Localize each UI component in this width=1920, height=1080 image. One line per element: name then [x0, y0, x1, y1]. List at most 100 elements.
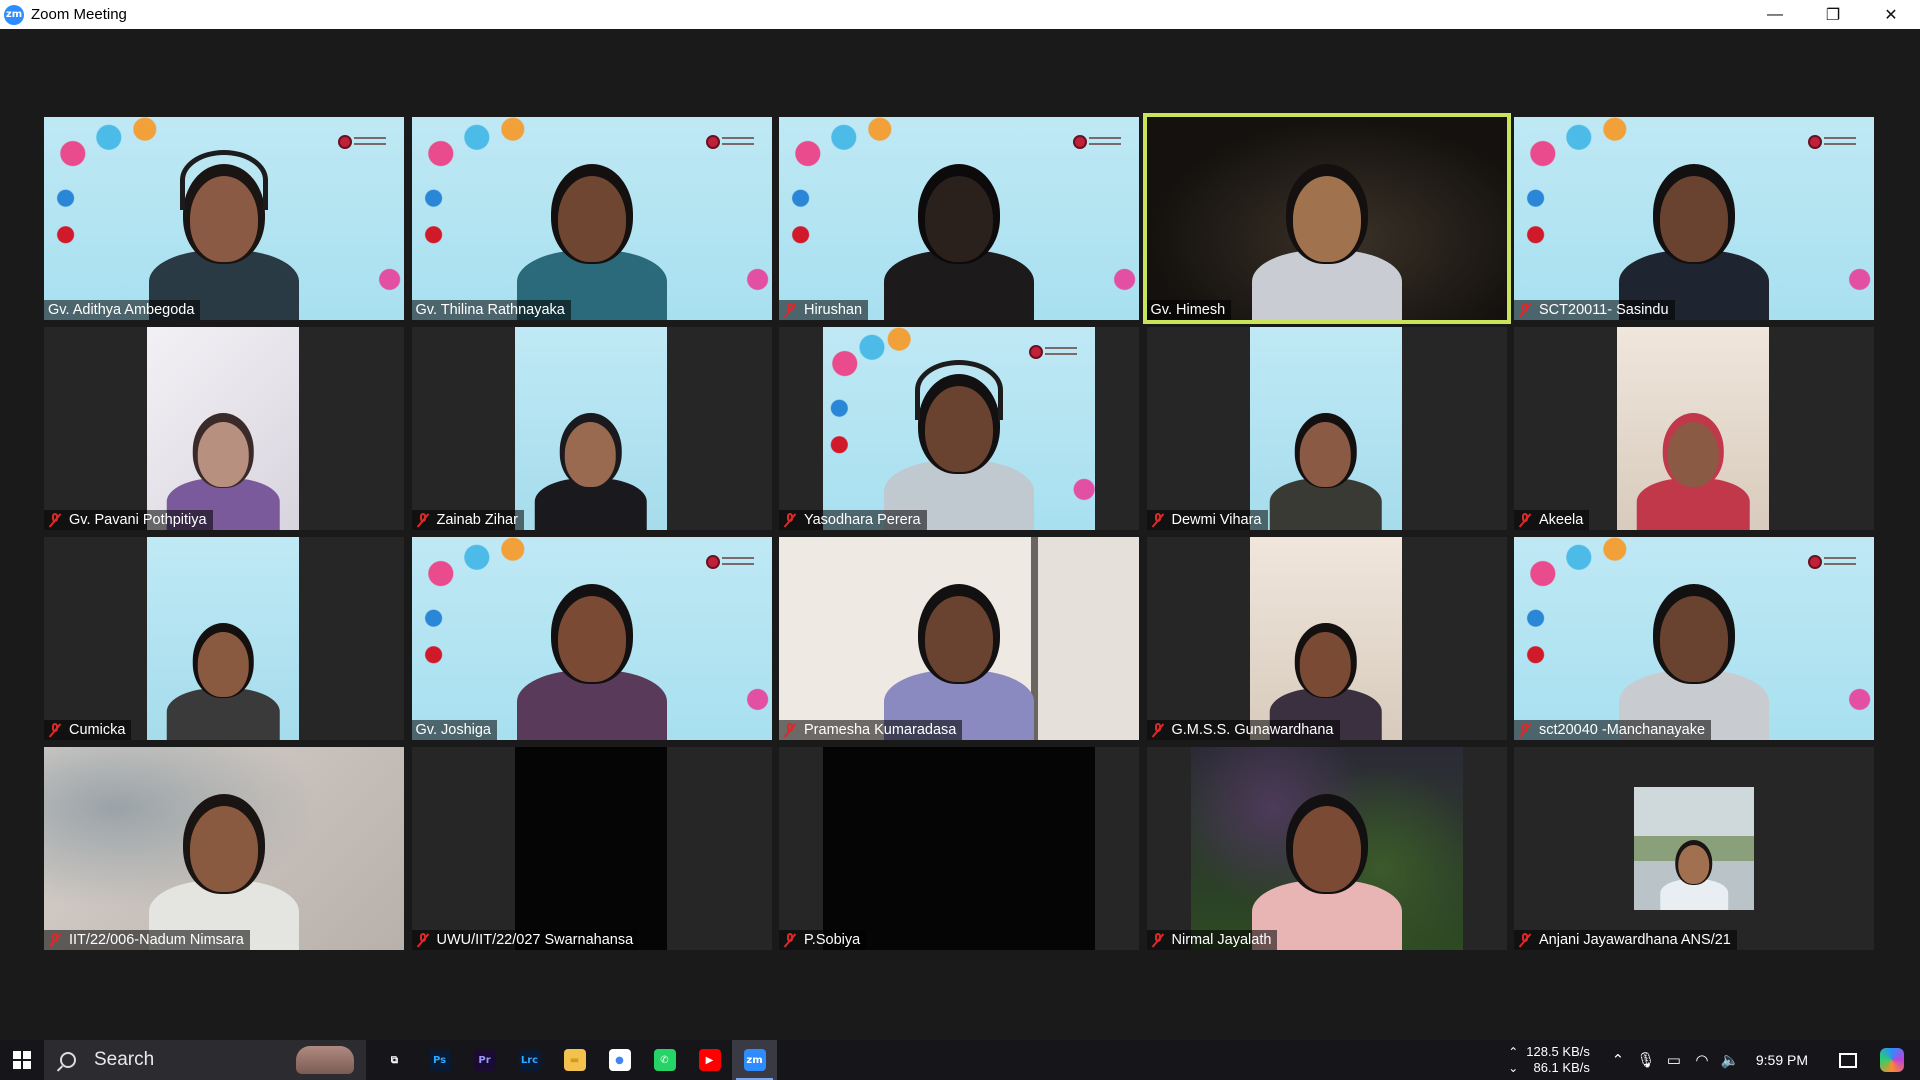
minimize-button[interactable]: — — [1746, 0, 1804, 29]
participant-tile[interactable]: Hirushan — [779, 117, 1139, 320]
taskbar-app-premiere[interactable]: Pr — [462, 1040, 507, 1080]
start-button[interactable] — [0, 1040, 44, 1080]
participant-tile[interactable]: sct20040 -Manchanayake — [1514, 537, 1874, 740]
participant-name-label: IIT/22/006-Nadum Nimsara — [44, 930, 250, 950]
participant-name: Dewmi Vihara — [1171, 512, 1262, 528]
organization-logo-text — [1089, 137, 1121, 145]
participant-tile[interactable]: Gv. Himesh — [1142, 113, 1511, 324]
participant-name: Gv. Himesh — [1150, 302, 1226, 318]
participant-video — [1634, 787, 1754, 910]
organization-logo-text — [1824, 557, 1856, 565]
taskbar-app-photoshop[interactable]: Ps — [417, 1040, 462, 1080]
participant-video — [779, 537, 1139, 740]
restore-button[interactable]: ❐ — [1804, 0, 1862, 29]
participant-tile[interactable]: Gv. Joshiga — [411, 537, 772, 740]
taskbar-app-lightroom-classic[interactable]: Lrc — [507, 1040, 552, 1080]
participant-name-label: Akeela — [1514, 510, 1590, 530]
participant-tile[interactable]: Gv. Adithya Ambegoda — [44, 117, 404, 320]
participant-tile[interactable]: Cumicka — [44, 537, 404, 740]
participant-figure — [516, 117, 667, 320]
taskbar-app-whatsapp[interactable]: ✆ — [642, 1040, 687, 1080]
title-bar: zm Zoom Meeting — ❐ ✕ — [0, 0, 1920, 29]
participant-figure — [884, 327, 1034, 530]
file-explorer-icon: ▬ — [563, 1049, 586, 1071]
participant-tile[interactable]: Anjani Jayawardhana ANS/21 — [1514, 747, 1874, 950]
participant-name: Anjani Jayawardhana ANS/21 — [1539, 932, 1731, 948]
participant-name-label: Hirushan — [779, 300, 869, 320]
participant-tile[interactable]: IIT/22/006-Nadum Nimsara — [44, 747, 404, 950]
copilot-icon[interactable] — [1880, 1048, 1904, 1072]
participant-tile[interactable]: UWU/IIT/22/027 Swarnahansa — [411, 747, 772, 950]
taskbar-app-chrome[interactable]: ● — [597, 1040, 642, 1080]
participant-tile[interactable]: Gv. Thilina Rathnayaka — [411, 117, 772, 320]
participant-name-label: G.M.S.S. Gunawardhana — [1146, 720, 1340, 740]
battery-icon[interactable]: ▭ — [1660, 1040, 1688, 1080]
mic-muted-icon — [1151, 723, 1165, 737]
participant-name: Hirushan — [804, 302, 863, 318]
participant-tile[interactable]: Pramesha Kumaradasa — [779, 537, 1139, 740]
participant-name-label: Gv. Pavani Pothpitiya — [44, 510, 213, 530]
participant-figure — [534, 327, 647, 530]
participant-tile[interactable]: SCT20011- Sasindu — [1514, 117, 1874, 320]
participant-video — [1514, 117, 1874, 320]
participant-video — [44, 747, 404, 950]
mic-muted-icon — [1151, 933, 1165, 947]
organization-logo-icon — [1808, 555, 1822, 569]
participant-video — [779, 117, 1139, 320]
taskbar-app-zoom[interactable]: zm — [732, 1040, 777, 1080]
lightroom-classic-icon: Lrc — [518, 1049, 541, 1071]
participant-figure — [166, 327, 280, 530]
organization-logo-text — [354, 137, 386, 145]
mic-muted-icon — [1151, 513, 1165, 527]
show-hidden-icons-chevron-icon[interactable]: ⌃ — [1604, 1040, 1632, 1080]
volume-icon[interactable]: 🔈 — [1716, 1040, 1744, 1080]
participant-video — [823, 747, 1095, 950]
participant-name-label: Yasodhara Perera — [779, 510, 927, 530]
participant-tile[interactable]: Gv. Pavani Pothpitiya — [44, 327, 404, 530]
participant-video — [1249, 327, 1402, 530]
upload-speed: 128.5 KB/s — [1526, 1044, 1590, 1059]
participant-name: SCT20011- Sasindu — [1539, 302, 1669, 318]
participant-tile[interactable]: P.Sobiya — [779, 747, 1139, 950]
participant-video — [823, 327, 1095, 530]
participant-tile[interactable]: Akeela — [1514, 327, 1874, 530]
notifications-button[interactable] — [1826, 1052, 1870, 1068]
participant-tile[interactable]: Yasodhara Perera — [779, 327, 1139, 530]
mic-muted-icon — [1518, 513, 1532, 527]
participant-video — [147, 327, 299, 530]
search-placeholder: Search — [94, 1049, 155, 1070]
taskbar-app-youtube[interactable]: ▶ — [687, 1040, 732, 1080]
taskbar-app-task-view[interactable]: ⧉ — [372, 1040, 417, 1080]
participant-tile[interactable]: Nirmal Jayalath — [1146, 747, 1507, 950]
participant-name: Gv. Joshiga — [415, 722, 492, 738]
microphone-icon[interactable]: 🎙 — [1632, 1040, 1660, 1080]
mic-muted-icon — [416, 933, 430, 947]
wifi-icon[interactable]: ◠ — [1688, 1040, 1716, 1080]
zoom-app-icon: zm — [4, 4, 24, 25]
close-button[interactable]: ✕ — [1862, 0, 1920, 29]
participant-video — [147, 537, 299, 740]
taskbar: Search ⧉ Ps Pr Lrc ▬ ● ✆ ▶ zm ⌃ ⌄ 128.5 KB/s 86.… — [0, 1040, 1920, 1080]
organization-logo-text — [721, 137, 754, 145]
participant-name-label: sct20040 -Manchanayake — [1514, 720, 1712, 740]
mic-muted-icon — [783, 303, 797, 317]
participant-name: G.M.S.S. Gunawardhana — [1171, 722, 1334, 738]
participant-name: Gv. Thilina Rathnayaka — [415, 302, 565, 318]
participant-figure — [1660, 787, 1728, 910]
zoom-icon: zm — [743, 1049, 766, 1071]
organization-logo-icon — [1029, 345, 1043, 359]
taskbar-search[interactable]: Search — [44, 1040, 366, 1080]
search-highlight-image — [296, 1046, 354, 1074]
clock[interactable]: 9:59 PM — [1756, 1052, 1808, 1068]
taskbar-app-file-explorer[interactable]: ▬ — [552, 1040, 597, 1080]
participant-tile[interactable]: Dewmi Vihara — [1146, 327, 1507, 530]
participant-tile[interactable]: G.M.S.S. Gunawardhana — [1146, 537, 1507, 740]
participant-figure — [516, 537, 667, 740]
organization-logo-text — [1045, 347, 1077, 355]
participant-figure — [1619, 117, 1769, 320]
premiere-icon: Pr — [473, 1049, 496, 1071]
participant-name-label: Gv. Himesh — [1146, 300, 1232, 320]
gallery-grid: Gv. Adithya Ambegoda Gv. Thilina Rathnaya… — [44, 113, 1878, 950]
participant-name: sct20040 -Manchanayake — [1539, 722, 1706, 738]
participant-tile[interactable]: Zainab Zihar — [411, 327, 772, 530]
